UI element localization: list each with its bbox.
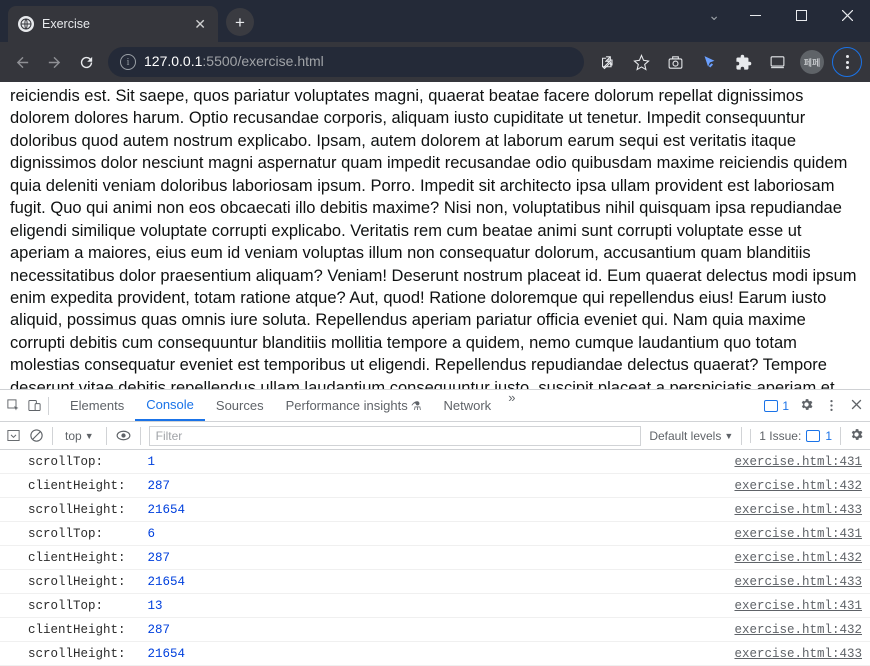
device-toggle-icon[interactable] [27,398,42,413]
window-titlebar: Exercise ✕ + ⌄ [0,0,870,42]
tab-network[interactable]: Network [433,390,503,421]
issues-button[interactable]: 1 Issue: 1 [750,429,832,443]
log-label: clientHeight: [28,479,140,493]
log-source-link[interactable]: exercise.html:432 [734,623,862,637]
log-levels-select[interactable]: Default levels ▼ [649,429,733,443]
tab-console[interactable]: Console [135,390,205,421]
extensions-icon[interactable] [728,47,758,77]
close-window-button[interactable] [824,0,870,30]
devtools-menu-icon[interactable] [824,398,839,413]
maximize-button[interactable] [778,0,824,30]
console-filter-input[interactable] [149,426,642,446]
flask-icon: ⚗ [411,399,422,413]
console-sidebar-toggle-icon[interactable] [6,428,21,443]
kebab-icon [846,55,849,69]
page-viewport[interactable]: reiciendis est. Sit saepe, quos pariatur… [0,82,870,389]
console-row: scrollHeight: 21654 exercise.html:433 [0,570,870,594]
log-source-link[interactable]: exercise.html:432 [734,479,862,493]
console-row: scrollTop: 6 exercise.html:431 [0,522,870,546]
new-tab-button[interactable]: + [226,8,254,36]
plus-icon: + [235,14,245,31]
devtools-tabbar: Elements Console Sources Performance ins… [0,390,870,422]
forward-button[interactable] [40,48,68,76]
message-icon [806,430,820,442]
log-value: 21654 [148,575,186,589]
log-source-link[interactable]: exercise.html:431 [734,599,862,613]
devtools-panel: Elements Console Sources Performance ins… [0,389,870,666]
info-icon[interactable]: i [120,54,136,70]
log-source-link[interactable]: exercise.html:431 [734,527,862,541]
message-icon [764,400,778,412]
url-input[interactable]: i 127.0.0.1:5500/exercise.html [108,47,584,77]
log-label: scrollHeight: [28,503,140,517]
browser-tab[interactable]: Exercise ✕ [8,6,218,42]
tab-performance-insights[interactable]: Performance insights⚗ [275,390,433,421]
devtools-settings-icon[interactable] [799,397,814,415]
camera-icon[interactable] [660,47,690,77]
log-label: scrollHeight: [28,647,140,661]
url-text: 127.0.0.1:5500/exercise.html [144,53,324,71]
clear-console-icon[interactable] [29,428,44,443]
log-value: 6 [148,527,156,541]
star-icon[interactable] [626,47,656,77]
console-row: clientHeight: 287 exercise.html:432 [0,546,870,570]
window-controls: ⌄ [696,0,870,30]
log-value: 287 [148,551,171,565]
log-label: scrollTop: [28,527,140,541]
console-row: clientHeight: 287 exercise.html:432 [0,474,870,498]
body-text: reiciendis est. Sit saepe, quos pariatur… [10,85,860,389]
log-label: clientHeight: [28,623,140,637]
log-source-link[interactable]: exercise.html:433 [734,575,862,589]
log-label: scrollHeight: [28,575,140,589]
devtools-tabs: Elements Console Sources Performance ins… [59,390,521,421]
profile-avatar[interactable]: 페페 [800,50,824,74]
log-value: 1 [148,455,156,469]
tab-sources[interactable]: Sources [205,390,275,421]
log-source-link[interactable]: exercise.html:433 [734,503,862,517]
devtools-close-icon[interactable] [849,397,864,415]
issues-indicator[interactable]: 1 [764,399,789,413]
live-expression-icon[interactable] [115,427,132,444]
tabs-overflow-icon[interactable]: » [502,390,521,421]
inspect-element-icon[interactable] [6,398,21,413]
share-icon[interactable] [592,47,622,77]
console-row: scrollHeight: 21654 exercise.html:433 [0,498,870,522]
log-source-link[interactable]: exercise.html:432 [734,551,862,565]
log-label: scrollTop: [28,599,140,613]
console-row: scrollHeight: 21654 exercise.html:433 [0,642,870,666]
browser-menu-button[interactable] [832,47,862,77]
console-filter[interactable] [149,426,642,446]
cursor-icon[interactable] [694,47,724,77]
globe-icon [18,16,34,32]
log-value: 13 [148,599,163,613]
log-value: 21654 [148,647,186,661]
media-icon[interactable] [762,47,792,77]
minimize-button[interactable] [732,0,778,30]
triangle-down-icon: ▼ [85,431,94,441]
close-tab-icon[interactable]: ✕ [194,16,206,33]
log-value: 287 [148,623,171,637]
reload-button[interactable] [72,48,100,76]
address-bar: i 127.0.0.1:5500/exercise.html 페페 [0,42,870,82]
console-settings-icon[interactable] [849,427,864,445]
console-row: scrollTop: 13 exercise.html:431 [0,594,870,618]
log-value: 287 [148,479,171,493]
tab-title: Exercise [42,17,186,31]
log-label: clientHeight: [28,551,140,565]
log-label: scrollTop: [28,455,140,469]
console-output[interactable]: scrollTop: 1 exercise.html:431 clientHeigh… [0,450,870,666]
log-value: 21654 [148,503,186,517]
log-source-link[interactable]: exercise.html:433 [734,647,862,661]
console-toolbar: top ▼ Default levels ▼ 1 Issue: 1 [0,422,870,450]
console-row: clientHeight: 287 exercise.html:432 [0,618,870,642]
triangle-down-icon: ▼ [724,431,733,441]
back-button[interactable] [8,48,36,76]
execution-context[interactable]: top ▼ [61,427,98,445]
tab-elements[interactable]: Elements [59,390,135,421]
console-row: scrollTop: 1 exercise.html:431 [0,450,870,474]
log-source-link[interactable]: exercise.html:431 [734,455,862,469]
chevron-down-icon[interactable]: ⌄ [696,7,732,24]
